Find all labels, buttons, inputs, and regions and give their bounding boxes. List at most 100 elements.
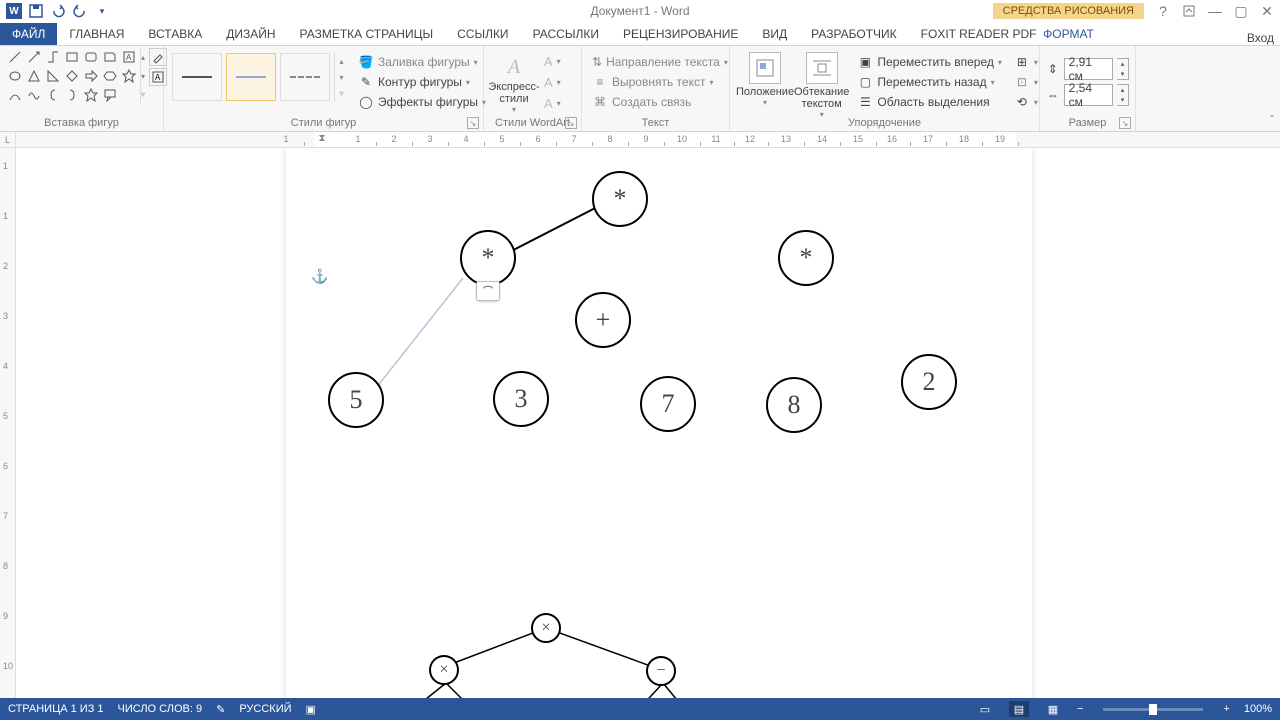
qat-more-icon[interactable]: ▾: [92, 1, 112, 21]
maximize-button[interactable]: ▢: [1228, 1, 1254, 21]
document-area[interactable]: ⚓ * * * + 5 3 7 8 2 ⌒ × × −: [16, 148, 1280, 708]
small-node-top[interactable]: ×: [531, 613, 561, 643]
shape-oval[interactable]: [6, 67, 24, 85]
tab-insert[interactable]: ВСТАВКА: [136, 23, 214, 45]
tab-view[interactable]: ВИД: [750, 23, 799, 45]
tab-developer[interactable]: РАЗРАБОТЧИК: [799, 23, 909, 45]
node-3[interactable]: 3: [493, 371, 549, 427]
view-web-button[interactable]: ▦: [1043, 701, 1063, 717]
shape-line[interactable]: [6, 48, 24, 66]
shape-star5[interactable]: [82, 86, 100, 104]
node-plus[interactable]: +: [575, 292, 631, 348]
zoom-in-button[interactable]: +: [1223, 703, 1229, 715]
help-button[interactable]: ?: [1150, 1, 1176, 21]
wrap-text-button[interactable]: Обтекание текстом▾: [794, 48, 849, 119]
tab-mailings[interactable]: РАССЫЛКИ: [521, 23, 611, 45]
small-node-left[interactable]: ×: [429, 655, 459, 685]
node-root-star[interactable]: *: [592, 171, 648, 227]
tab-format[interactable]: ФОРМАТ: [1010, 23, 1127, 45]
tab-review[interactable]: РЕЦЕНЗИРОВАНИЕ: [611, 23, 750, 45]
collapse-ribbon-button[interactable]: ˆ: [1270, 113, 1274, 127]
node-8[interactable]: 8: [766, 377, 822, 433]
tab-layout[interactable]: РАЗМЕТКА СТРАНИЦЫ: [288, 23, 446, 45]
shape-styles-launcher[interactable]: ↘: [467, 117, 479, 129]
horizontal-ruler[interactable]: 112345678910111213141516171819⧗: [16, 132, 1280, 147]
status-page[interactable]: СТРАНИЦА 1 ИЗ 1: [8, 703, 104, 715]
word-icon[interactable]: W: [4, 1, 24, 21]
close-button[interactable]: ✕: [1254, 1, 1280, 21]
status-proofing-icon[interactable]: ✎: [216, 703, 225, 716]
tab-home[interactable]: ГЛАВНАЯ: [57, 23, 136, 45]
shape-star[interactable]: [120, 67, 138, 85]
selection-pane-button[interactable]: ☰Область выделения: [853, 92, 1006, 112]
height-input[interactable]: 2,91 см: [1064, 58, 1113, 80]
shapes-gallery[interactable]: A: [6, 48, 138, 104]
send-backward-button[interactable]: ▢Переместить назад▾: [853, 72, 1006, 92]
node-star-left[interactable]: *: [460, 230, 516, 286]
status-language[interactable]: РУССКИЙ: [239, 703, 291, 715]
shape-diamond[interactable]: [63, 67, 81, 85]
zoom-out-button[interactable]: −: [1077, 703, 1083, 715]
wordart-launcher[interactable]: ↘: [565, 117, 577, 129]
shape-callout[interactable]: [101, 86, 119, 104]
redo-button[interactable]: [70, 1, 90, 21]
style-sample-3[interactable]: [280, 53, 330, 101]
shape-line-arrow[interactable]: [25, 48, 43, 66]
minimize-button[interactable]: —: [1202, 1, 1228, 21]
zoom-slider[interactable]: [1103, 708, 1203, 711]
style-sample-2[interactable]: [226, 53, 276, 101]
tab-references[interactable]: ССЫЛКИ: [445, 23, 520, 45]
shape-arrow-right[interactable]: [82, 67, 100, 85]
width-spinner[interactable]: ▴▾: [1117, 84, 1129, 106]
tab-design[interactable]: ДИЗАЙН: [214, 23, 287, 45]
zoom-level[interactable]: 100%: [1244, 703, 1272, 715]
align-button[interactable]: ⊞▾: [1010, 52, 1042, 72]
shape-right-triangle[interactable]: [44, 67, 62, 85]
tab-file[interactable]: ФАЙЛ: [0, 23, 57, 45]
bring-forward-button[interactable]: ▣Переместить вперед▾: [853, 52, 1006, 72]
width-input[interactable]: 2,54 см: [1064, 84, 1113, 106]
undo-button[interactable]: [48, 1, 68, 21]
shape-curve[interactable]: [6, 86, 24, 104]
rotate-button[interactable]: ⟲▾: [1010, 92, 1042, 112]
view-read-button[interactable]: ▭: [975, 701, 995, 717]
shape-effects-button[interactable]: ◯Эффекты фигуры▾: [354, 92, 490, 112]
status-words[interactable]: ЧИСЛО СЛОВ: 9: [118, 703, 203, 715]
shape-outline-button[interactable]: ✎Контур фигуры▾: [354, 72, 490, 92]
text-outline-button[interactable]: A▾: [540, 73, 565, 92]
node-7[interactable]: 7: [640, 376, 696, 432]
position-button[interactable]: Положение▾: [736, 48, 794, 119]
group-button[interactable]: ⊡▾: [1010, 72, 1042, 92]
text-fill-button[interactable]: A▾: [540, 52, 565, 71]
shape-triangle[interactable]: [25, 67, 43, 85]
quick-styles-button[interactable]: A Экспресс-стили ▾: [490, 52, 538, 114]
shape-rect[interactable]: [63, 48, 81, 66]
status-macro-icon[interactable]: ▣: [306, 703, 316, 716]
view-print-button[interactable]: ▤: [1009, 701, 1029, 717]
ribbon-display-button[interactable]: [1176, 1, 1202, 21]
text-direction-button[interactable]: ⇅Направление текста▾: [588, 52, 723, 72]
style-gallery-more[interactable]: ▴▾▿: [334, 53, 348, 101]
node-2[interactable]: 2: [901, 354, 957, 410]
small-node-right[interactable]: −: [646, 656, 676, 686]
shape-brace-r[interactable]: [63, 86, 81, 104]
shape-textbox[interactable]: A: [120, 48, 138, 66]
vertical-ruler[interactable]: 11234567891011: [0, 148, 16, 708]
shape-hexagon[interactable]: [101, 67, 119, 85]
shapes-gallery-more[interactable]: ▴▾▿: [140, 48, 145, 104]
shape-fill-button[interactable]: 🪣Заливка фигуры▾: [354, 52, 490, 72]
node-star-right[interactable]: *: [778, 230, 834, 286]
align-text-button[interactable]: ≡Выровнять текст▾: [588, 72, 723, 92]
shape-freeform[interactable]: [25, 86, 43, 104]
save-button[interactable]: [26, 1, 46, 21]
shape-snip-rect[interactable]: [101, 48, 119, 66]
node-5[interactable]: 5: [328, 372, 384, 428]
shape-connector[interactable]: [44, 48, 62, 66]
style-sample-1[interactable]: [172, 53, 222, 101]
shape-rounded-rect[interactable]: [82, 48, 100, 66]
size-launcher[interactable]: ↘: [1119, 117, 1131, 129]
create-link-button[interactable]: ⌘Создать связь: [588, 92, 723, 112]
height-spinner[interactable]: ▴▾: [1117, 58, 1129, 80]
shape-brace-l[interactable]: [44, 86, 62, 104]
text-effects-button[interactable]: A▾: [540, 94, 565, 113]
